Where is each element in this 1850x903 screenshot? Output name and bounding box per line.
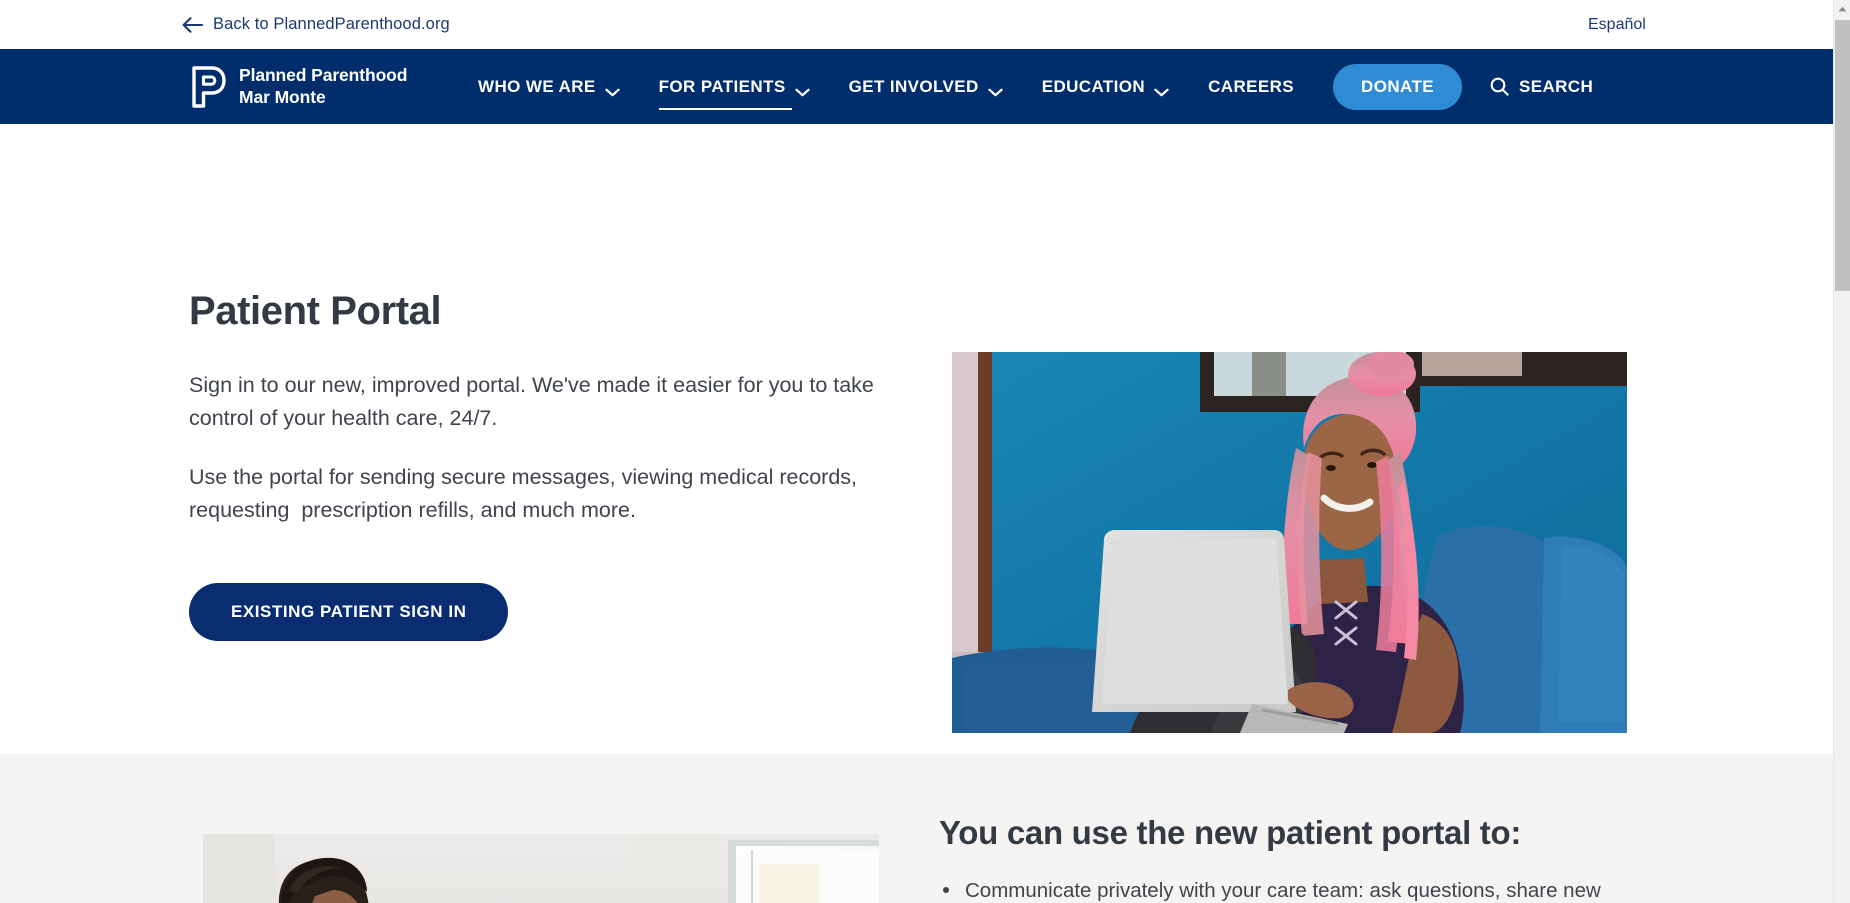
scroll-up-arrow-icon[interactable] bbox=[1834, 0, 1850, 17]
nav-item-education[interactable]: EDUCATION bbox=[1042, 71, 1169, 103]
brand-name-label: Planned Parenthood Mar Monte bbox=[239, 64, 408, 107]
nav-item-label: GET INVOLVED bbox=[848, 76, 979, 96]
page-title: Patient Portal bbox=[189, 289, 442, 333]
hero-paragraph-2: Use the portal for sending secure messag… bbox=[189, 464, 863, 522]
chevron-down-icon bbox=[604, 82, 620, 97]
planned-parenthood-logo-icon bbox=[192, 65, 226, 108]
nav-item-label: CAREERS bbox=[1208, 76, 1295, 96]
back-link-label: Back to PlannedParenthood.org bbox=[213, 15, 450, 33]
page-scrollbar[interactable] bbox=[1833, 0, 1850, 903]
scrollbar-thumb[interactable] bbox=[1835, 20, 1850, 291]
page-content: Back to PlannedParenthood.org Español Pl… bbox=[0, 0, 1833, 903]
arrow-left-icon bbox=[182, 16, 204, 33]
list-item: Communicate privately with your care tea… bbox=[939, 876, 1659, 903]
donate-button[interactable]: DONATE bbox=[1333, 63, 1462, 110]
hero-copy-block: Patient Portal Sign in to our new, impro… bbox=[189, 289, 889, 641]
main-navigation-bar: Planned Parenthood Mar Monte WHO WE ARE … bbox=[0, 49, 1833, 124]
brand-home-link[interactable]: Planned Parenthood Mar Monte bbox=[192, 65, 407, 108]
nav-item-for-patients[interactable]: FOR PATIENTS bbox=[658, 71, 810, 110]
back-to-plannedparenthood-link[interactable]: Back to PlannedParenthood.org bbox=[182, 15, 450, 34]
chevron-down-icon bbox=[794, 82, 810, 97]
utility-bar: Back to PlannedParenthood.org Español bbox=[0, 0, 1833, 49]
language-espanol-link[interactable]: Español bbox=[1588, 16, 1646, 34]
nav-item-who-we-are[interactable]: WHO WE ARE bbox=[478, 71, 620, 103]
existing-patient-sign-in-button[interactable]: EXISTING PATIENT SIGN IN bbox=[189, 582, 509, 641]
band-image bbox=[203, 834, 879, 903]
hero-paragraph-1: Sign in to our new, improved portal. We'… bbox=[189, 373, 880, 430]
browser-viewport: Back to PlannedParenthood.org Español Pl… bbox=[0, 0, 1850, 903]
nav-item-label: FOR PATIENTS bbox=[658, 76, 786, 96]
search-icon bbox=[1490, 77, 1509, 96]
section-title: You can use the new patient portal to: bbox=[939, 814, 1522, 851]
portal-uses-list: Communicate privately with your care tea… bbox=[939, 876, 1659, 903]
portal-uses-section: You can use the new patient portal to: C… bbox=[0, 754, 1833, 903]
search-button-label: SEARCH bbox=[1518, 76, 1594, 96]
nav-items-group: WHO WE ARE FOR PATIENTS GET INVOLVED EDU… bbox=[478, 63, 1593, 110]
chevron-down-icon bbox=[1154, 82, 1169, 97]
nav-item-get-involved[interactable]: GET INVOLVED bbox=[849, 71, 1003, 103]
nav-item-label: WHO WE ARE bbox=[478, 76, 596, 96]
hero-section: Patient Portal Sign in to our new, impro… bbox=[0, 124, 1833, 754]
nav-item-label: EDUCATION bbox=[1041, 76, 1146, 96]
hero-image bbox=[952, 352, 1627, 733]
band-copy-block: You can use the new patient portal to: C… bbox=[939, 814, 1659, 903]
search-button[interactable]: SEARCH bbox=[1490, 77, 1593, 97]
chevron-down-icon bbox=[988, 82, 1003, 97]
nav-item-careers[interactable]: CAREERS bbox=[1208, 71, 1294, 103]
